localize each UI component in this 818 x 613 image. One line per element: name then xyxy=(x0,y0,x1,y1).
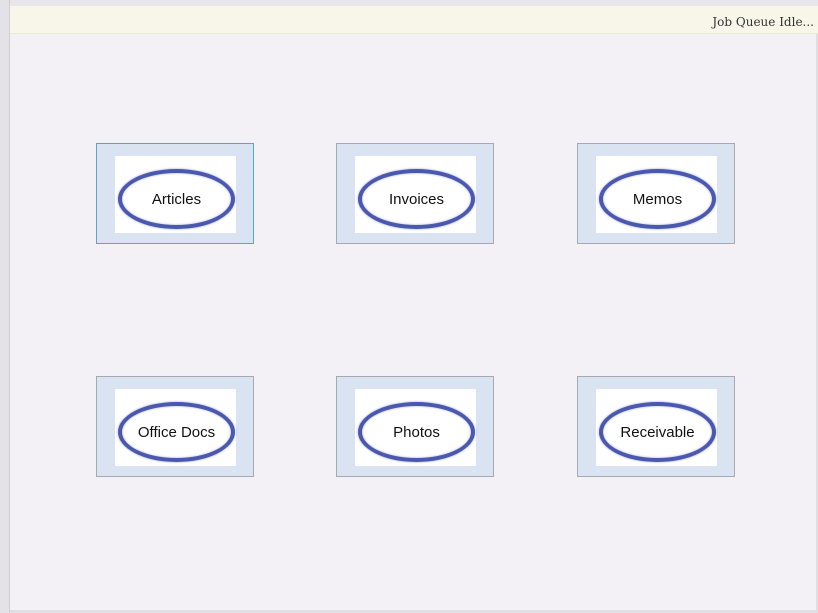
job-queue-status: Job Queue Idle... xyxy=(712,15,814,29)
articles-button[interactable]: Articles xyxy=(96,143,254,244)
ellipse-icon: Photos xyxy=(358,402,475,462)
tile-image: Photos xyxy=(355,389,476,466)
tile-label: Office Docs xyxy=(137,423,216,441)
ellipse-icon: Office Docs xyxy=(118,402,235,462)
tile-image: Articles xyxy=(115,156,236,233)
tile-label: Invoices xyxy=(388,190,445,208)
status-bar: Job Queue Idle... xyxy=(10,6,818,34)
receivable-button[interactable]: Receivable xyxy=(577,376,735,477)
tile-image: Office Docs xyxy=(115,389,236,466)
tile-label: Articles xyxy=(151,190,202,208)
memos-button[interactable]: Memos xyxy=(577,143,735,244)
tile-label: Receivable xyxy=(620,423,695,441)
ellipse-icon: Receivable xyxy=(599,402,716,462)
tile-image: Memos xyxy=(596,156,717,233)
invoices-button[interactable]: Invoices xyxy=(336,143,494,244)
tile-label: Photos xyxy=(393,423,440,441)
ellipse-icon: Memos xyxy=(599,169,716,229)
ellipse-icon: Articles xyxy=(118,169,235,229)
tile-label: Memos xyxy=(632,190,683,208)
app-window: Job Queue Idle... Articles Invoices Memo… xyxy=(0,0,818,613)
photos-button[interactable]: Photos xyxy=(336,376,494,477)
office-docs-button[interactable]: Office Docs xyxy=(96,376,254,477)
left-window-edge xyxy=(0,0,10,613)
tile-image: Receivable xyxy=(596,389,717,466)
tile-image: Invoices xyxy=(355,156,476,233)
ellipse-icon: Invoices xyxy=(358,169,475,229)
